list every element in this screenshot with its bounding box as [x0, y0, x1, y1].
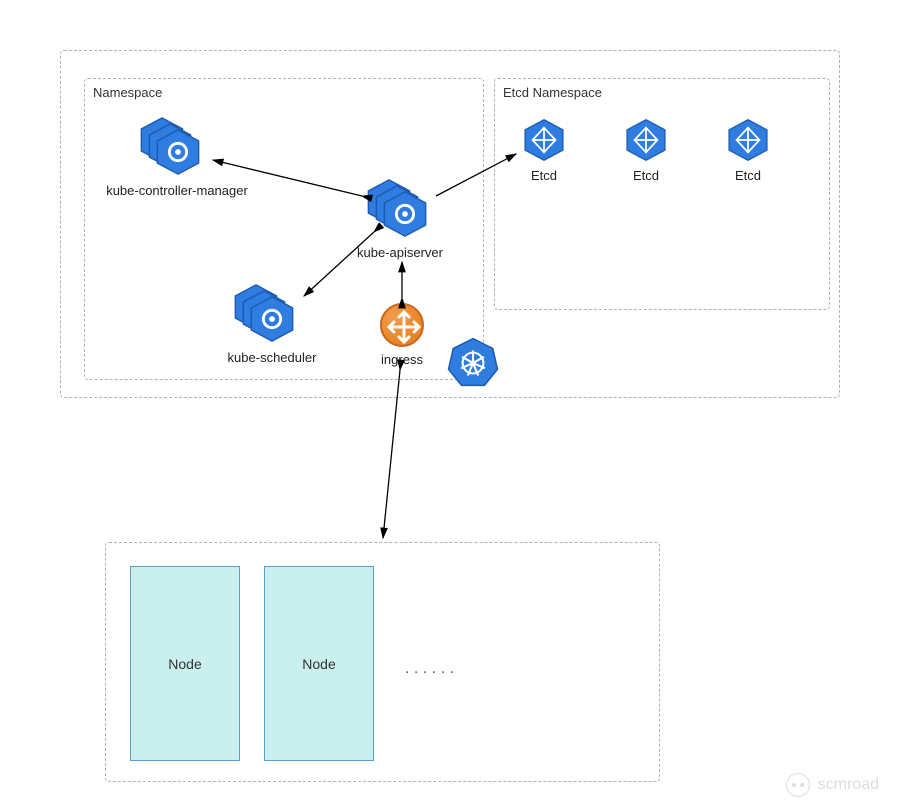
watermark-text: scmroad [818, 776, 879, 794]
etcd-namespace-label: Etcd Namespace [503, 85, 602, 100]
etcd-1-label: Etcd [531, 168, 557, 183]
node-box-1: Node [130, 566, 240, 761]
etcd-3-label: Etcd [735, 168, 761, 183]
apiserver-label: kube-apiserver [357, 245, 443, 260]
etcd-2-label: Etcd [633, 168, 659, 183]
etcd-node-2-icon [624, 118, 668, 162]
watermark-icon [786, 773, 810, 797]
nodes-ellipsis: . . . . . . [405, 660, 454, 678]
ingress-icon [380, 303, 424, 347]
watermark: scmroad [786, 773, 879, 797]
node-2-label: Node [302, 656, 335, 672]
namespace-label: Namespace [93, 85, 162, 100]
scheduler-label: kube-scheduler [228, 350, 317, 365]
ingress-label: ingress [381, 352, 423, 367]
controller-manager-label: kube-controller-manager [106, 183, 248, 198]
diagram-canvas: Namespace Etcd Namespace kube-controller… [0, 0, 897, 811]
node-box-2: Node [264, 566, 374, 761]
node-1-label: Node [168, 656, 201, 672]
etcd-namespace-box: Etcd Namespace [494, 78, 830, 310]
etcd-node-3-icon [726, 118, 770, 162]
etcd-node-1-icon [522, 118, 566, 162]
kubernetes-icon [447, 336, 499, 388]
